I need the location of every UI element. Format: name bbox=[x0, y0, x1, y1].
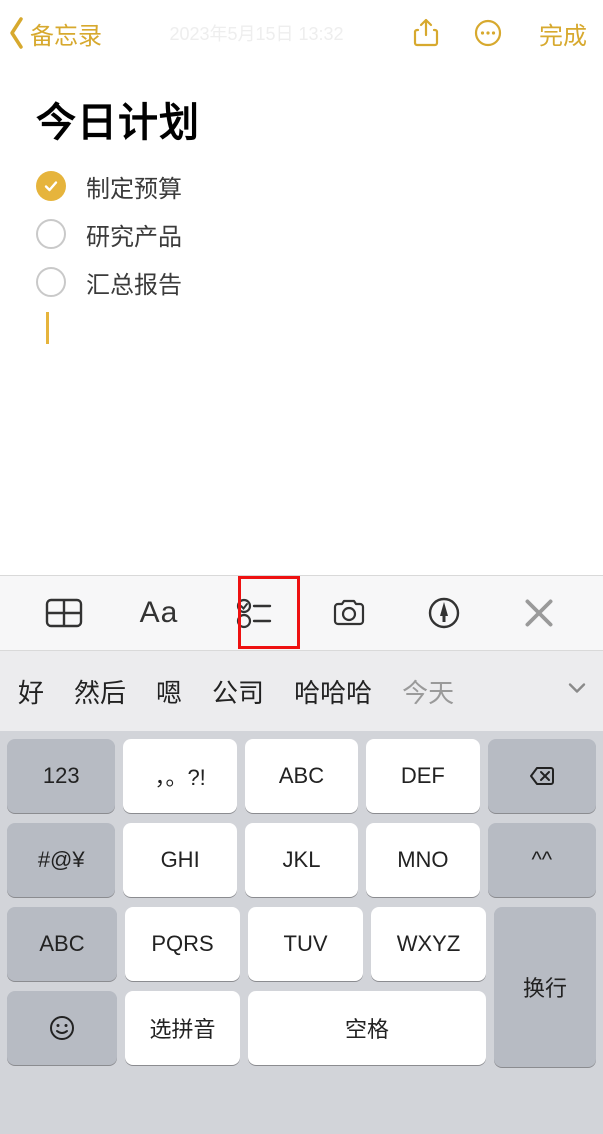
key-grid: 123 ，。?! ABC DEF #@¥ GHI JKL MNO ^^ ABC bbox=[0, 731, 603, 1085]
key-kaomoji[interactable]: ^^ bbox=[488, 823, 596, 897]
checklist-button[interactable] bbox=[224, 588, 284, 638]
checkbox-unchecked[interactable] bbox=[36, 267, 66, 297]
markup-button[interactable] bbox=[414, 588, 474, 638]
delete-icon bbox=[528, 762, 556, 790]
checklist-icon bbox=[234, 595, 274, 631]
note-timestamp-ghost: 2023年5月15日 13:32 bbox=[102, 20, 411, 46]
key-return[interactable]: 换行 bbox=[494, 907, 596, 1067]
close-icon bbox=[519, 595, 559, 631]
keyboard: 好 然后 嗯 公司 哈哈哈 今天 123 ，。?! ABC DEF #@¥ GH… bbox=[0, 651, 603, 1134]
note-title[interactable]: 今日计划 bbox=[36, 90, 567, 148]
checklist-item[interactable]: 研究产品 bbox=[36, 210, 567, 258]
back-label: 备忘录 bbox=[30, 16, 102, 51]
share-icon bbox=[411, 18, 441, 48]
text-style-button[interactable]: Aa bbox=[129, 588, 189, 638]
chevron-down-icon bbox=[565, 676, 589, 700]
key-emoji[interactable] bbox=[7, 991, 117, 1065]
note-body[interactable]: 今日计划 制定预算 研究产品 汇总报告 bbox=[0, 66, 603, 344]
camera-button[interactable] bbox=[319, 588, 379, 638]
key-tuv[interactable]: TUV bbox=[248, 907, 363, 981]
key-pqrs[interactable]: PQRS bbox=[125, 907, 240, 981]
candidate-word[interactable]: 好 bbox=[18, 673, 44, 710]
more-button[interactable] bbox=[473, 18, 503, 48]
key-select-pinyin[interactable]: 选拼音 bbox=[125, 991, 240, 1065]
candidate-bar: 好 然后 嗯 公司 哈哈哈 今天 bbox=[0, 651, 603, 731]
checklist-item-text[interactable]: 汇总报告 bbox=[86, 265, 182, 300]
checklist-item[interactable]: 制定预算 bbox=[36, 162, 567, 210]
key-punct[interactable]: ，。?! bbox=[123, 739, 236, 813]
chevron-left-icon bbox=[6, 16, 28, 50]
key-symbols[interactable]: #@¥ bbox=[7, 823, 115, 897]
format-toolbar: Aa bbox=[0, 575, 603, 651]
checkmark-icon bbox=[43, 178, 59, 194]
checklist-item-text[interactable]: 研究产品 bbox=[86, 217, 182, 252]
share-button[interactable] bbox=[411, 18, 441, 48]
key-jkl[interactable]: JKL bbox=[245, 823, 358, 897]
ellipsis-circle-icon bbox=[473, 18, 503, 48]
key-ghi[interactable]: GHI bbox=[123, 823, 236, 897]
top-nav: 备忘录 2023年5月15日 13:32 完成 bbox=[0, 0, 603, 66]
expand-candidates-button[interactable] bbox=[565, 676, 589, 707]
nav-actions: 完成 bbox=[411, 16, 593, 51]
key-delete[interactable] bbox=[488, 739, 596, 813]
candidate-word[interactable]: 公司 bbox=[212, 673, 264, 710]
checklist-item-text[interactable]: 制定预算 bbox=[86, 169, 182, 204]
checkbox-checked[interactable] bbox=[36, 171, 66, 201]
candidate-word[interactable]: 哈哈哈 bbox=[294, 673, 372, 710]
key-123[interactable]: 123 bbox=[7, 739, 115, 813]
text-cursor bbox=[46, 312, 49, 344]
back-button[interactable]: 备忘录 bbox=[6, 16, 102, 51]
table-icon bbox=[44, 595, 84, 631]
candidate-word[interactable]: 嗯 bbox=[156, 673, 182, 710]
key-wxyz[interactable]: WXYZ bbox=[371, 907, 486, 981]
close-toolbar-button[interactable] bbox=[509, 588, 569, 638]
checkbox-unchecked[interactable] bbox=[36, 219, 66, 249]
candidate-word[interactable]: 今天 bbox=[402, 673, 454, 710]
camera-icon bbox=[329, 595, 369, 631]
key-space[interactable]: 空格 bbox=[248, 991, 486, 1065]
done-button[interactable]: 完成 bbox=[539, 16, 587, 51]
table-button[interactable] bbox=[34, 588, 94, 638]
key-abc[interactable]: ABC bbox=[245, 739, 358, 813]
key-abc-mode[interactable]: ABC bbox=[7, 907, 117, 981]
key-def[interactable]: DEF bbox=[366, 739, 479, 813]
markup-pen-icon bbox=[424, 595, 464, 631]
emoji-smile-icon bbox=[48, 1014, 76, 1042]
key-mno[interactable]: MNO bbox=[366, 823, 479, 897]
checklist-item[interactable]: 汇总报告 bbox=[36, 258, 567, 306]
candidate-word[interactable]: 然后 bbox=[74, 673, 126, 710]
